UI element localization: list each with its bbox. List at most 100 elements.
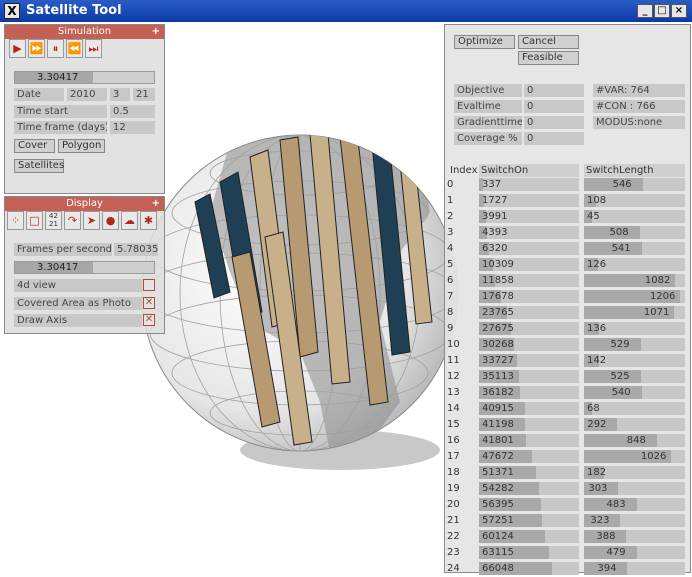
switchon-slider[interactable]: 1727	[479, 194, 579, 207]
switchlength-slider[interactable]: 68	[584, 402, 685, 415]
switchlength-slider[interactable]: 394	[584, 562, 685, 575]
switchlength-slider[interactable]: 1026	[584, 450, 685, 463]
simulation-header[interactable]: Simulation +	[5, 25, 164, 39]
arrow-icon[interactable]: ➤	[83, 211, 100, 230]
switchlength-slider[interactable]: 136	[584, 322, 685, 335]
switchlength-slider[interactable]: 108	[584, 194, 685, 207]
table-row[interactable]: 14 40915 68	[445, 401, 690, 417]
switchon-slider[interactable]: 40915	[479, 402, 579, 415]
switchon-slider[interactable]: 4393	[479, 226, 579, 239]
time-frame-field[interactable]: 12	[110, 121, 155, 134]
switchlength-slider[interactable]: 848	[584, 434, 685, 447]
display-expand-button[interactable]: +	[152, 197, 160, 211]
table-row[interactable]: 10 30268 529	[445, 337, 690, 353]
switchlength-slider[interactable]: 126	[584, 258, 685, 271]
table-row[interactable]: 24 66048 394	[445, 561, 690, 577]
switchon-slider[interactable]: 41801	[479, 434, 579, 447]
switchon-slider[interactable]: 10309	[479, 258, 579, 271]
pause-icon[interactable]: ⏸	[47, 39, 64, 58]
app-icon[interactable]: X	[4, 3, 20, 19]
switchlength-slider[interactable]: 1082	[584, 274, 685, 287]
switchon-slider[interactable]: 17678	[479, 290, 579, 303]
polygon-button[interactable]: Polygon	[58, 139, 105, 153]
switchon-slider[interactable]: 35113	[479, 370, 579, 383]
table-row[interactable]: 20 56395 483	[445, 497, 690, 513]
viewport[interactable]: Simulation + ▶ ⏩ ⏸ ⏪ ⏭ 3.30417 Date 2010…	[0, 22, 692, 575]
table-row[interactable]: 18 51371 182	[445, 465, 690, 481]
skip-end-icon[interactable]: ⏭	[85, 39, 102, 58]
table-row[interactable]: 2 3991 45	[445, 209, 690, 225]
table-row[interactable]: 19 54282 303	[445, 481, 690, 497]
switchlength-slider[interactable]: 388	[584, 530, 685, 543]
fast-forward-icon[interactable]: ⏩	[28, 39, 45, 58]
switchlength-slider[interactable]: 323	[584, 514, 685, 527]
minimize-button[interactable]: _	[637, 4, 653, 18]
date-day-field[interactable]: 21	[133, 88, 155, 101]
switchlength-slider[interactable]: 541	[584, 242, 685, 255]
display-header[interactable]: Display +	[5, 197, 164, 211]
switchon-slider[interactable]: 54282	[479, 482, 579, 495]
sphere-icon[interactable]: ●	[102, 211, 119, 230]
switchlength-slider[interactable]: 508	[584, 226, 685, 239]
satellites-button[interactable]: Satellites	[14, 159, 64, 173]
table-row[interactable]: 3 4393 508	[445, 225, 690, 241]
fps-field[interactable]: 5.78035	[114, 243, 158, 256]
star-icon[interactable]: ✱	[140, 211, 157, 230]
covered-area-checkbox[interactable]: ✕	[143, 297, 155, 309]
table-row[interactable]: 0 337 546	[445, 177, 690, 193]
table-row[interactable]: 5 10309 126	[445, 257, 690, 273]
table-row[interactable]: 22 60124 388	[445, 529, 690, 545]
rectangle-icon[interactable]: □	[26, 211, 43, 230]
switchlength-slider[interactable]: 303	[584, 482, 685, 495]
table-row[interactable]: 8 23765 1071	[445, 305, 690, 321]
switchlength-slider[interactable]: 292	[584, 418, 685, 431]
switchon-slider[interactable]: 33727	[479, 354, 579, 367]
switchon-slider[interactable]: 6320	[479, 242, 579, 255]
switchlength-slider[interactable]: 1071	[584, 306, 685, 319]
number-icon[interactable]: 42 21	[45, 211, 62, 230]
switchon-slider[interactable]: 23765	[479, 306, 579, 319]
switchon-slider[interactable]: 27675	[479, 322, 579, 335]
rewind-icon[interactable]: ⏪	[66, 39, 83, 58]
view4d-checkbox[interactable]	[143, 279, 155, 291]
switchon-slider[interactable]: 3991	[479, 210, 579, 223]
cloud-icon[interactable]: ☁	[121, 211, 138, 230]
table-row[interactable]: 12 35113 525	[445, 369, 690, 385]
points-icon[interactable]: ⁘	[7, 211, 24, 230]
switchon-slider[interactable]: 41198	[479, 418, 579, 431]
close-button[interactable]: ×	[671, 4, 687, 18]
title-bar[interactable]: X Satellite Tool _ □ ×	[0, 0, 692, 22]
draw-axis-checkbox[interactable]: ✕	[143, 314, 155, 326]
table-row[interactable]: 13 36182 540	[445, 385, 690, 401]
switchlength-slider[interactable]: 182	[584, 466, 685, 479]
date-year-field[interactable]: 2010	[67, 88, 107, 101]
switchon-slider[interactable]: 66048	[479, 562, 579, 575]
table-row[interactable]: 4 6320 541	[445, 241, 690, 257]
switchon-slider[interactable]: 337	[479, 178, 579, 191]
switchlength-slider[interactable]: 540	[584, 386, 685, 399]
switchon-slider[interactable]: 56395	[479, 498, 579, 511]
simulation-expand-button[interactable]: +	[152, 25, 160, 39]
maximize-button[interactable]: □	[654, 4, 670, 18]
time-start-field[interactable]: 0.5	[110, 105, 155, 118]
switchlength-slider[interactable]: 479	[584, 546, 685, 559]
switchlength-slider[interactable]: 483	[584, 498, 685, 511]
table-row[interactable]: 15 41198 292	[445, 417, 690, 433]
switchon-slider[interactable]: 36182	[479, 386, 579, 399]
switchon-slider[interactable]: 51371	[479, 466, 579, 479]
switchlength-slider[interactable]: 546	[584, 178, 685, 191]
table-row[interactable]: 6 11858 1082	[445, 273, 690, 289]
switchon-slider[interactable]: 11858	[479, 274, 579, 287]
switchlength-slider[interactable]: 525	[584, 370, 685, 383]
rotate-icon[interactable]: ↷	[64, 211, 81, 230]
table-row[interactable]: 7 17678 1206	[445, 289, 690, 305]
switchon-slider[interactable]: 63115	[479, 546, 579, 559]
switchon-slider[interactable]: 60124	[479, 530, 579, 543]
simulation-time-slider[interactable]: 3.30417	[14, 71, 155, 84]
optimize-button[interactable]: Optimize	[454, 35, 515, 49]
table-row[interactable]: 17 47672 1026	[445, 449, 690, 465]
date-month-field[interactable]: 3	[110, 88, 130, 101]
switchon-slider[interactable]: 57251	[479, 514, 579, 527]
table-row[interactable]: 16 41801 848	[445, 433, 690, 449]
table-row[interactable]: 11 33727 142	[445, 353, 690, 369]
